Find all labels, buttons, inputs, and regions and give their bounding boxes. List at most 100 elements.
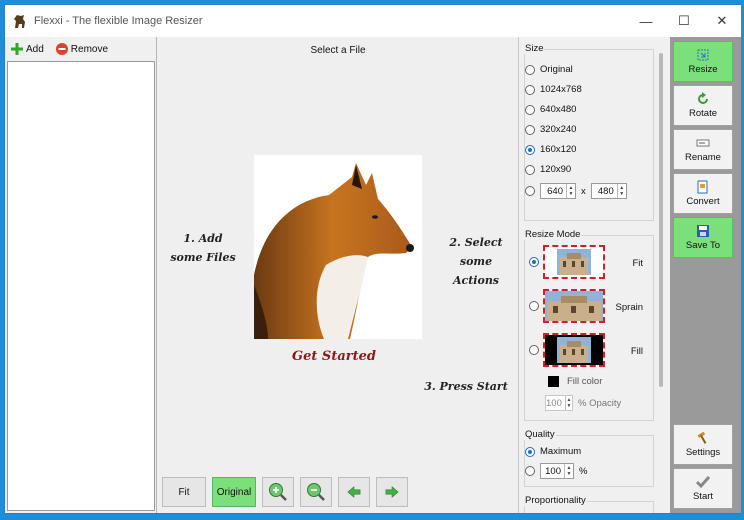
- options-panel: Size Original 1024x768 640x480 320x240 1…: [518, 37, 670, 513]
- convert-button[interactable]: Convert: [673, 173, 733, 214]
- remove-button[interactable]: Remove: [55, 43, 109, 55]
- mode-fill-label: Fill: [630, 346, 643, 357]
- size-option-label: 120x90: [540, 164, 572, 175]
- zoom-out-icon: [307, 483, 325, 501]
- times-label: x: [581, 185, 586, 197]
- fill-color-label: Fill color: [567, 376, 603, 387]
- radio-icon: [525, 64, 535, 75]
- mode-sprain-thumbnail[interactable]: [543, 289, 605, 323]
- size-option-120[interactable]: 120x90: [525, 164, 571, 175]
- resize-label: Resize: [688, 64, 718, 75]
- fill-color-swatch[interactable]: [548, 376, 559, 387]
- convert-icon: [697, 180, 708, 194]
- size-option-1024[interactable]: 1024x768: [525, 84, 582, 95]
- original-button[interactable]: Original: [212, 477, 256, 507]
- size-option-640[interactable]: 640x480: [525, 104, 576, 115]
- preview-toolbar: Fit Original: [162, 477, 408, 507]
- radio-icon: [525, 466, 535, 476]
- mode-fit-thumbnail[interactable]: [543, 245, 605, 279]
- next-button[interactable]: [376, 477, 408, 507]
- zoom-in-button[interactable]: [262, 477, 294, 507]
- opacity-row: 100 ▲ ▼ % Opacity: [545, 395, 621, 411]
- rotate-button[interactable]: Rotate: [673, 85, 733, 126]
- zoom-in-icon: [269, 483, 287, 501]
- maximize-button[interactable]: ☐: [665, 5, 703, 37]
- building-thumbnail: [545, 291, 603, 321]
- quality-title: Quality: [524, 429, 556, 440]
- preview-image: [254, 155, 422, 339]
- rename-button[interactable]: Rename: [673, 129, 733, 170]
- options-scrollbar[interactable]: [659, 53, 663, 387]
- size-option-label: 160x120: [540, 144, 577, 155]
- fit-button[interactable]: Fit: [162, 477, 206, 507]
- step-2-line-2: some Actions: [452, 255, 500, 287]
- previous-button[interactable]: [338, 477, 370, 507]
- radio-icon: [525, 164, 535, 175]
- rename-label: Rename: [685, 152, 721, 163]
- file-panel: Add Remove: [5, 37, 157, 513]
- size-title: Size: [524, 43, 545, 54]
- step-2-line-1: 2. Select: [449, 236, 503, 249]
- preview-area: Select a File 1. Add some Files 2. Selec…: [158, 37, 518, 513]
- radio-icon: [525, 84, 535, 95]
- mode-sprain-label: Sprain: [615, 302, 643, 313]
- remove-label: Remove: [70, 43, 109, 55]
- step-2-text: 2. Select some Actions: [436, 233, 516, 290]
- hammer-icon: [697, 431, 707, 444]
- size-option-custom[interactable]: 640 ▲ ▼ x 480 ▲ ▼: [525, 183, 627, 199]
- plus-icon: [11, 43, 23, 55]
- save-icon: [697, 225, 709, 237]
- arrow-left-icon: [347, 486, 361, 498]
- custom-height-value: 480: [597, 185, 614, 197]
- size-option-label: 1024x768: [540, 84, 582, 95]
- fill-color-row: Fill color: [548, 376, 602, 387]
- file-list[interactable]: [7, 61, 155, 511]
- opacity-label: % Opacity: [578, 397, 622, 409]
- zoom-out-button[interactable]: [300, 477, 332, 507]
- arrow-right-icon: [385, 486, 399, 498]
- spin-arrows-icon[interactable]: ▲ ▼: [564, 464, 573, 478]
- spin-arrows-icon[interactable]: ▲ ▼: [616, 184, 626, 198]
- resize-icon: [697, 49, 709, 61]
- quality-maximum-option[interactable]: Maximum: [525, 446, 581, 457]
- spin-arrows-icon[interactable]: ▲ ▼: [564, 396, 572, 410]
- convert-label: Convert: [686, 196, 720, 207]
- rotate-label: Rotate: [689, 108, 717, 119]
- settings-label: Settings: [685, 447, 721, 458]
- checkmark-icon: [696, 476, 710, 489]
- quality-maximum-label: Maximum: [540, 446, 582, 457]
- step-1-text: 1. Add some Files: [168, 229, 238, 267]
- custom-height-input[interactable]: 480 ▲ ▼: [590, 183, 627, 199]
- save-to-button[interactable]: Save To: [673, 217, 733, 258]
- opacity-input[interactable]: 100 ▲ ▼: [545, 395, 573, 411]
- close-button[interactable]: ✕: [703, 5, 741, 37]
- radio-selected-icon: [525, 446, 535, 457]
- radio-selected-icon: [525, 144, 535, 155]
- mode-fill-thumbnail[interactable]: [543, 333, 605, 367]
- custom-width-input[interactable]: 640 ▲ ▼: [540, 183, 576, 199]
- spin-arrows-icon[interactable]: ▲ ▼: [566, 184, 575, 198]
- building-thumbnail: [545, 335, 603, 365]
- rotate-icon: [698, 92, 708, 104]
- mode-sprain-radio[interactable]: [529, 301, 539, 311]
- start-button[interactable]: Start: [673, 468, 733, 509]
- save-to-label: Save To: [685, 240, 721, 251]
- file-toolbar: Add Remove: [5, 37, 156, 61]
- proportionality-title: Proportionality: [524, 495, 587, 506]
- quality-input[interactable]: 100 ▲ ▼: [540, 463, 574, 479]
- settings-button[interactable]: Settings: [673, 424, 733, 465]
- size-option-label: Original: [540, 64, 573, 75]
- size-option-160[interactable]: 160x120: [525, 144, 576, 155]
- size-option-320[interactable]: 320x240: [525, 124, 576, 135]
- size-option-label: 640x480: [540, 104, 577, 115]
- building-thumbnail: [545, 247, 603, 277]
- size-option-original[interactable]: Original: [525, 64, 573, 75]
- quality-custom-option[interactable]: 100 ▲ ▼ %: [525, 463, 587, 479]
- minimize-button[interactable]: —: [627, 5, 665, 37]
- action-column: Resize Rotate Rename Convert Save To Set…: [670, 37, 741, 513]
- mode-fill-radio[interactable]: [529, 345, 539, 355]
- resize-button[interactable]: Resize: [673, 41, 733, 82]
- mode-fit-radio[interactable]: [529, 257, 539, 267]
- add-button[interactable]: Add: [11, 43, 44, 55]
- radio-icon: [525, 104, 535, 115]
